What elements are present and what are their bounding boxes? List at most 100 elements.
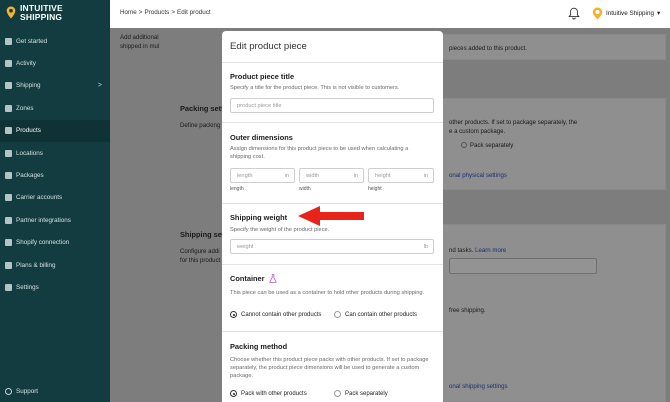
help-icon: [5, 388, 12, 395]
weight-input[interactable]: weight lb: [230, 239, 434, 254]
radio-pack-separately[interactable]: Pack separately: [334, 390, 388, 397]
shipping-weight-heading: Shipping weight: [230, 213, 288, 222]
bg-physical-settings-link: onal physical settings: [449, 172, 507, 179]
location-icon: [5, 149, 12, 157]
shopify-icon: [5, 239, 12, 247]
sidebar-item-shopify-connection[interactable]: Shopify connection: [0, 232, 110, 254]
flask-icon: [268, 274, 277, 283]
bg-pieces-card: pieces added to this product.: [442, 34, 666, 60]
sidebar-item-label: Shopify connection: [16, 239, 70, 247]
length-input[interactable]: length in: [230, 168, 295, 183]
sidebar-item-products[interactable]: Products: [0, 119, 110, 142]
bg-add-text-1: Add additional: [120, 34, 159, 41]
gear-icon: [5, 283, 12, 291]
bg-pack-separately-radio: Pack separately: [461, 142, 513, 149]
sidebar-item-get-started[interactable]: Get started: [0, 30, 110, 52]
sidebar-item-label: Shipping: [16, 82, 41, 90]
bg-shipping-card: nd tasks. Learn more free shipping. onal…: [442, 224, 666, 402]
sidebar-item-label: Locations: [16, 149, 43, 157]
sidebar-item-settings[interactable]: Settings: [0, 276, 110, 298]
bg-product-pieces-description: Add additional shipped in mul: [110, 28, 220, 66]
bg-packing-desc: Define packing: [180, 122, 221, 129]
radio-button[interactable]: [230, 390, 237, 397]
radio-button[interactable]: [230, 311, 237, 318]
bg-shipping-title: Shipping set: [180, 230, 225, 239]
outer-dimensions-heading: Outer dimensions: [230, 133, 293, 142]
breadcrumb-separator: >: [138, 9, 143, 16]
bg-shipping-desc-1: Configure addi: [180, 248, 220, 255]
radio-pack-with-others[interactable]: Pack with other products: [230, 390, 307, 397]
input-placeholder: product piece title: [237, 102, 282, 109]
divider: [222, 62, 443, 63]
billing-icon: [5, 261, 12, 269]
piece-title-description: Specify a title for the product piece. T…: [230, 85, 400, 91]
outer-dimensions-description: Assign dimensions for this product piece…: [230, 146, 409, 161]
bg-packing-card: other products. If set to package separa…: [442, 98, 666, 190]
unit-label: lb: [423, 243, 428, 250]
piece-title-heading: Product piece title: [230, 72, 295, 81]
radio-label: Pack separately: [345, 390, 388, 397]
sidebar-item-activity[interactable]: Activity: [0, 52, 110, 74]
shipping-weight-description: Specify the weight of the product piece.: [230, 227, 330, 233]
sidebar-item-label: Plans & billing: [16, 261, 56, 269]
bg-learn-more-link: Learn more: [475, 247, 507, 254]
radio-button[interactable]: [334, 390, 341, 397]
sidebar-item-label: Activity: [16, 60, 36, 68]
unit-label: in: [423, 172, 428, 179]
sidebar-item-carrier-accounts[interactable]: Carrier accounts: [0, 187, 110, 209]
logo-pin-icon: [6, 6, 16, 19]
truck-icon: [5, 82, 12, 90]
sidebar-item-partner-integrations[interactable]: Partner integrations: [0, 209, 110, 231]
sidebar-item-shipping[interactable]: Shipping >: [0, 75, 110, 97]
brand-logo[interactable]: INTUITIVE SHIPPING: [6, 4, 63, 22]
bg-packing-title: Packing sett: [180, 104, 224, 113]
radio-cannot-contain[interactable]: Cannot contain other products: [230, 311, 321, 318]
sidebar-item-label: Packages: [16, 172, 44, 180]
breadcrumb-products[interactable]: Products: [144, 9, 169, 16]
sidebar-item-zones[interactable]: Zones: [0, 97, 110, 119]
breadcrumb-current: Edit product: [177, 9, 211, 16]
packing-method-description: Choose whether this product piece packs …: [230, 357, 429, 380]
packing-method-heading: Packing method: [230, 342, 288, 351]
radio-label: Can contain other products: [345, 311, 418, 318]
divider: [222, 264, 443, 265]
unit-label: in: [353, 172, 358, 179]
length-label: length: [230, 186, 244, 192]
breadcrumb-separator: >: [171, 9, 176, 16]
unit-label: in: [284, 172, 289, 179]
bell-icon[interactable]: [568, 7, 580, 20]
package-icon: [5, 172, 12, 180]
radio-label: Pack with other products: [241, 390, 307, 397]
sidebar-item-label: Partner integrations: [16, 216, 71, 224]
product-piece-title-input[interactable]: product piece title: [230, 98, 434, 113]
key-icon: [5, 194, 12, 202]
sidebar-item-locations[interactable]: Locations: [0, 142, 110, 164]
bg-shipping-settings-link: onal shipping settings: [449, 383, 508, 390]
bg-tasks-text: nd tasks. Learn more: [449, 247, 506, 254]
radio-button: [461, 142, 467, 149]
account-menu[interactable]: Intuitive Shipping ▾: [592, 7, 660, 20]
sidebar-nav: Get started Activity Shipping > Zones Pro…: [0, 30, 110, 299]
width-input[interactable]: width in: [299, 168, 364, 183]
sidebar-item-plans-billing[interactable]: Plans & billing: [0, 254, 110, 276]
account-logo-icon: [592, 7, 603, 20]
radio-label: Cannot contain other products: [241, 311, 322, 318]
chevron-right-icon: >: [97, 82, 102, 90]
input-placeholder: weight: [237, 243, 254, 250]
activity-icon: [5, 60, 12, 68]
height-input[interactable]: height in: [368, 168, 434, 183]
annotation-arrow-icon: [298, 206, 364, 226]
sidebar-item-label: Settings: [16, 283, 39, 291]
radio-can-contain[interactable]: Can contain other products: [334, 311, 417, 318]
input-placeholder: height: [375, 172, 391, 179]
sidebar-item-packages[interactable]: Packages: [0, 164, 110, 186]
input-placeholder: length: [237, 172, 253, 179]
bg-add-text-2: shipped in mul: [120, 43, 160, 50]
breadcrumb-home[interactable]: Home: [120, 9, 137, 16]
sidebar: INTUITIVE SHIPPING Get started Activity …: [0, 0, 110, 402]
bg-pieces-added: pieces added to this product.: [449, 45, 527, 52]
input-placeholder: width: [306, 172, 320, 179]
top-bar: Home > Products > Edit product Intuitive…: [110, 0, 670, 29]
sidebar-item-support[interactable]: Support: [5, 388, 38, 395]
radio-button[interactable]: [334, 311, 341, 318]
